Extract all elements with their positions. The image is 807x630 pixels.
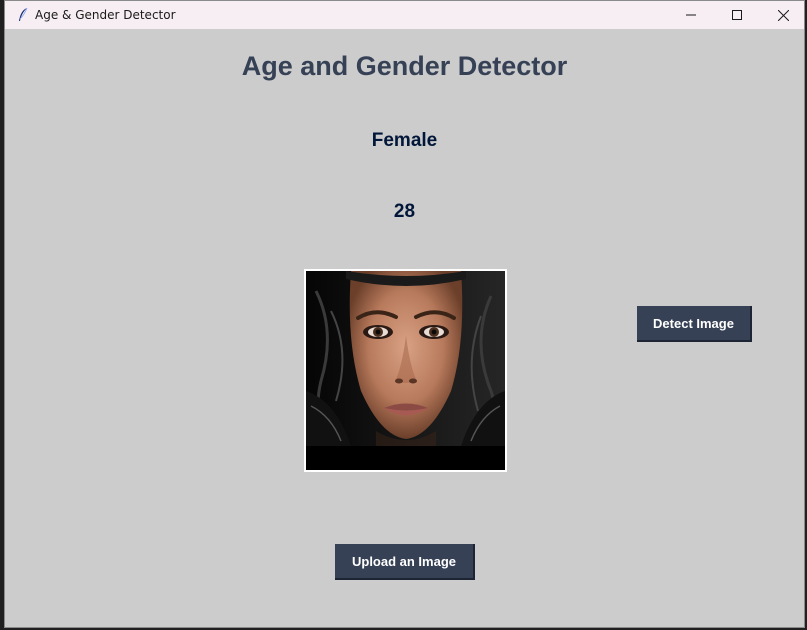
desktop-text-fragment [0,68,2,81]
gender-result-label: Female [371,130,438,151]
upload-image-button[interactable]: Upload an Image [335,544,475,580]
title-bar[interactable]: Age & Gender Detector [5,1,804,29]
detect-image-button[interactable]: Detect Image [637,306,752,342]
window-title: Age & Gender Detector [35,8,176,22]
face-photo [306,271,505,470]
close-icon [777,9,789,21]
minimize-icon [686,14,696,16]
minimize-button[interactable] [668,1,714,29]
page-title: Age and Gender Detector [241,51,568,81]
maximize-icon [732,10,742,20]
app-content: Age and Gender Detector Female 28 Detect… [5,29,804,627]
feather-icon [19,7,28,21]
uploaded-image [304,269,507,472]
maximize-button[interactable] [714,1,760,29]
close-button[interactable] [760,1,804,29]
app-window: Age & Gender Detector Age and Gender Det… [4,0,805,628]
age-result-label: 28 [393,201,416,222]
